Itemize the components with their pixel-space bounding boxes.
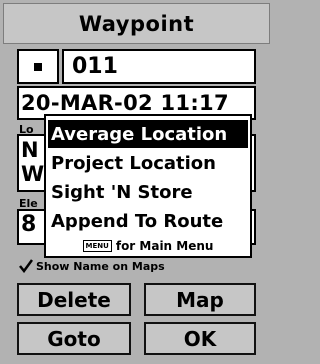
waypoint-name-field[interactable]: 011 (62, 49, 256, 84)
main-menu-hint: MENU for Main Menu (46, 237, 250, 255)
main-menu-hint-text: for Main Menu (115, 239, 214, 253)
checkmark-icon[interactable] (19, 259, 33, 273)
goto-button[interactable]: Goto (17, 322, 131, 355)
menu-item-average-location[interactable]: Average Location (48, 120, 248, 148)
options-popup-menu: Average Location Project Location Sight … (44, 114, 252, 258)
elevation-value: 8 (21, 212, 37, 237)
waypoint-symbol-button[interactable] (17, 49, 59, 84)
latitude-value: N (21, 138, 39, 162)
ok-button[interactable]: OK (144, 322, 256, 355)
menu-key-icon: MENU (82, 240, 112, 252)
delete-button[interactable]: Delete (17, 283, 131, 316)
longitude-value: W (21, 162, 45, 186)
window-title: Waypoint (3, 3, 270, 44)
dot-icon (34, 62, 42, 71)
menu-item-project-location[interactable]: Project Location (48, 149, 248, 177)
show-name-label: Show Name on Maps (36, 259, 165, 273)
menu-item-append-to-route[interactable]: Append To Route (48, 207, 248, 235)
show-name-checkbox-row[interactable]: Show Name on Maps (19, 258, 165, 274)
menu-item-sight-n-store[interactable]: Sight 'N Store (48, 178, 248, 206)
map-button[interactable]: Map (144, 283, 256, 316)
